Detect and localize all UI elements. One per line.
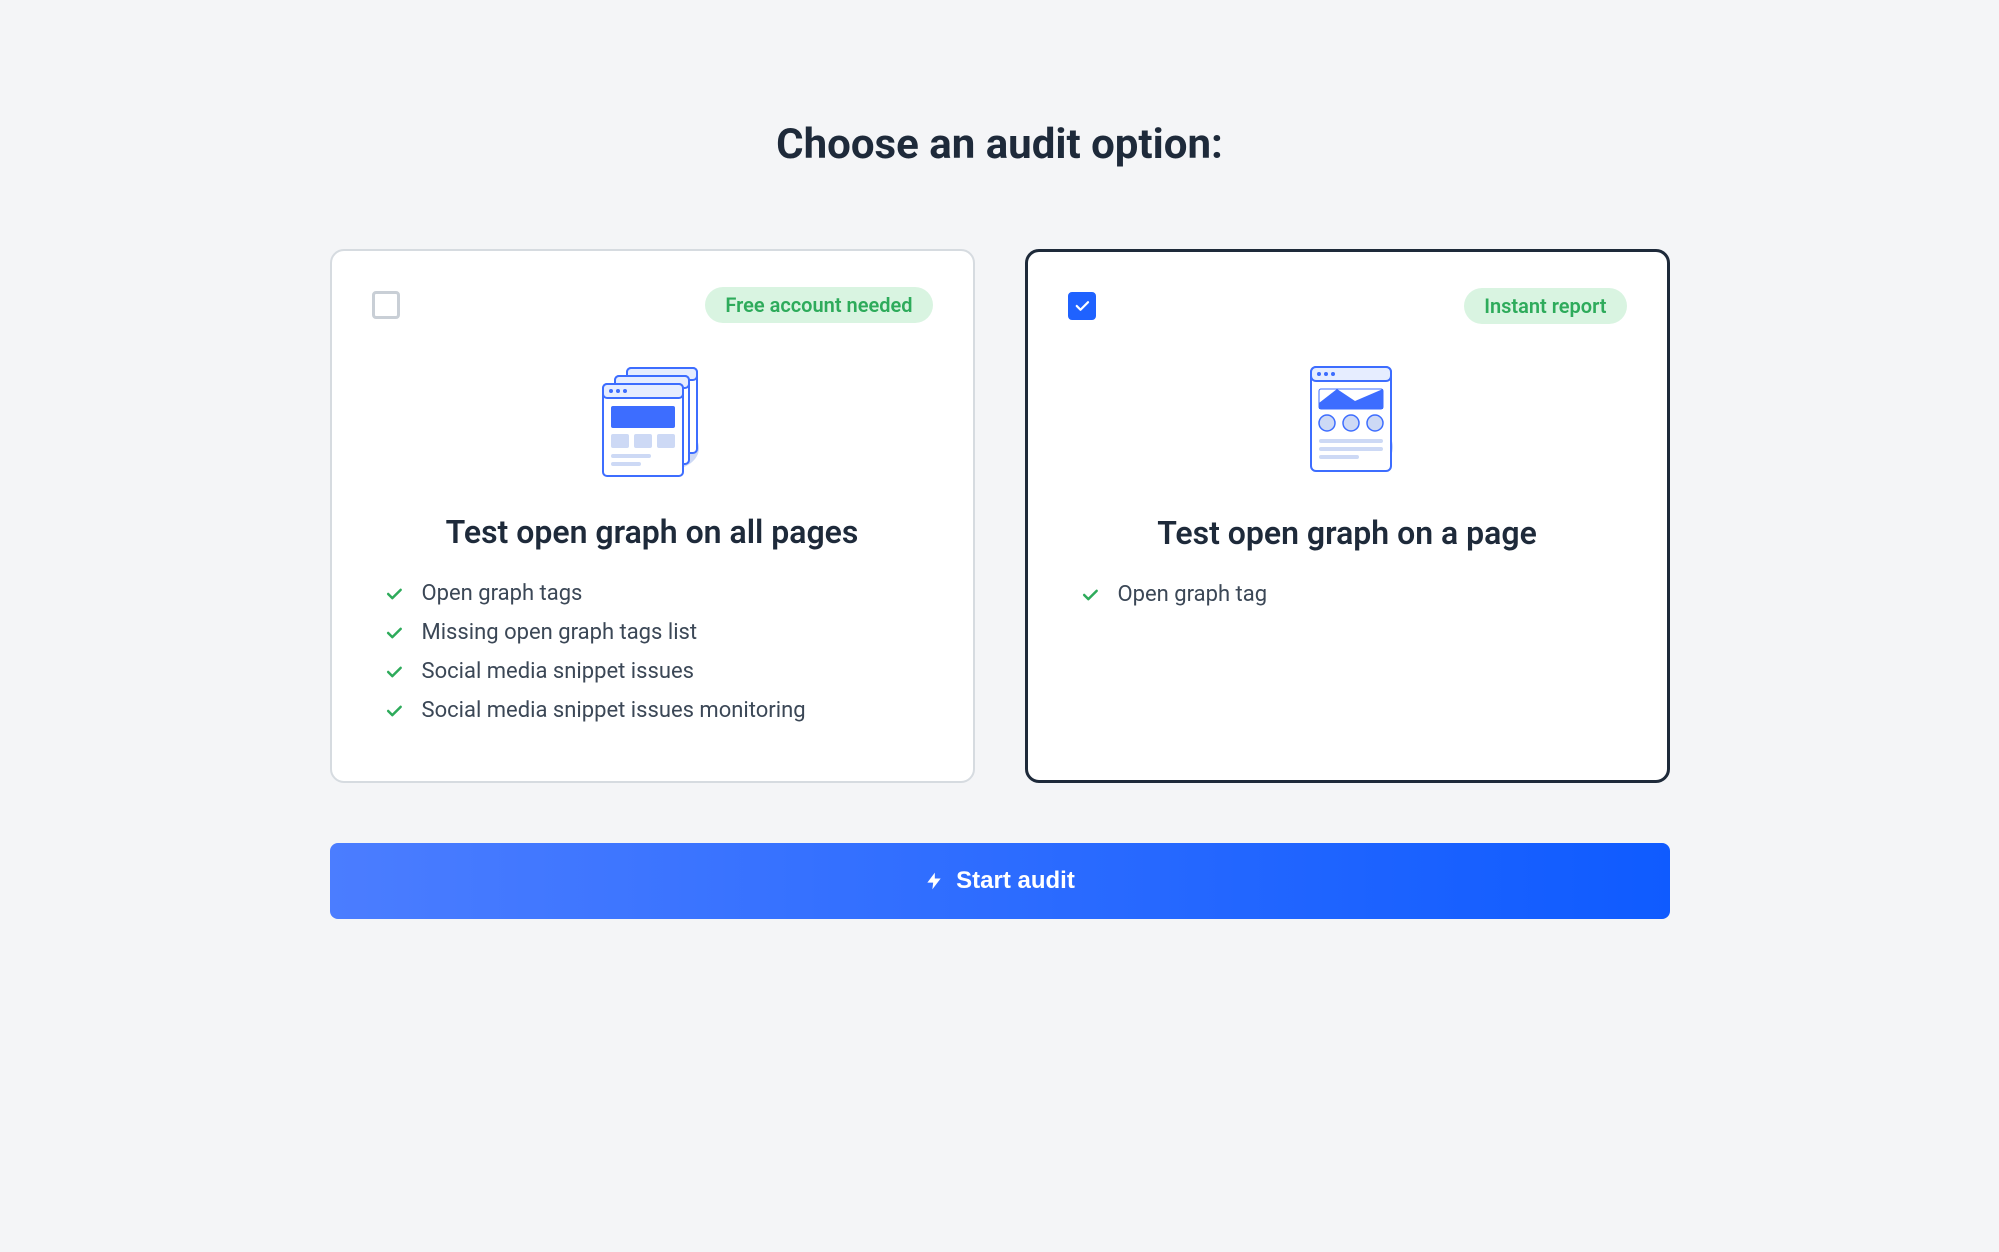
feature-item: Open graph tag — [1080, 582, 1627, 607]
feature-item: Open graph tags — [384, 581, 933, 606]
page-title: Choose an audit option: — [330, 120, 1670, 169]
feature-label: Social media snippet issues monitoring — [422, 698, 806, 723]
checkmark-icon — [1080, 585, 1100, 605]
check-icon — [1073, 297, 1091, 315]
card-header: Instant report — [1068, 288, 1627, 324]
illustration-multi-pages — [372, 353, 933, 483]
card-title-single-page: Test open graph on a page — [1068, 514, 1627, 552]
feature-label: Missing open graph tags list — [422, 620, 698, 645]
badge-instant-report: Instant report — [1464, 288, 1626, 324]
badge-free-account: Free account needed — [705, 287, 932, 323]
card-header: Free account needed — [372, 287, 933, 323]
option-card-all-pages[interactable]: Free account needed — [330, 249, 975, 783]
checkmark-icon — [384, 584, 404, 604]
checkbox-unchecked[interactable] — [372, 291, 400, 319]
option-cards-row: Free account needed — [330, 249, 1670, 783]
checkmark-icon — [384, 662, 404, 682]
audit-options-container: Choose an audit option: Free account nee… — [330, 120, 1670, 1252]
checkmark-icon — [384, 623, 404, 643]
feature-label: Social media snippet issues — [422, 659, 694, 684]
feature-item: Social media snippet issues — [384, 659, 933, 684]
start-audit-label: Start audit — [956, 867, 1075, 895]
checkmark-icon — [384, 701, 404, 721]
lightning-bolt-icon — [924, 871, 944, 891]
feature-list: Open graph tag — [1068, 582, 1627, 607]
checkbox-checked[interactable] — [1068, 292, 1096, 320]
feature-label: Open graph tags — [422, 581, 583, 606]
feature-list: Open graph tags Missing open graph tags … — [372, 581, 933, 723]
start-audit-button[interactable]: Start audit — [330, 843, 1670, 919]
feature-item: Missing open graph tags list — [384, 620, 933, 645]
card-title-all-pages: Test open graph on all pages — [372, 513, 933, 551]
feature-label: Open graph tag — [1118, 582, 1268, 607]
option-card-single-page[interactable]: Instant report — [1025, 249, 1670, 783]
feature-item: Social media snippet issues monitoring — [384, 698, 933, 723]
illustration-single-page — [1068, 354, 1627, 484]
